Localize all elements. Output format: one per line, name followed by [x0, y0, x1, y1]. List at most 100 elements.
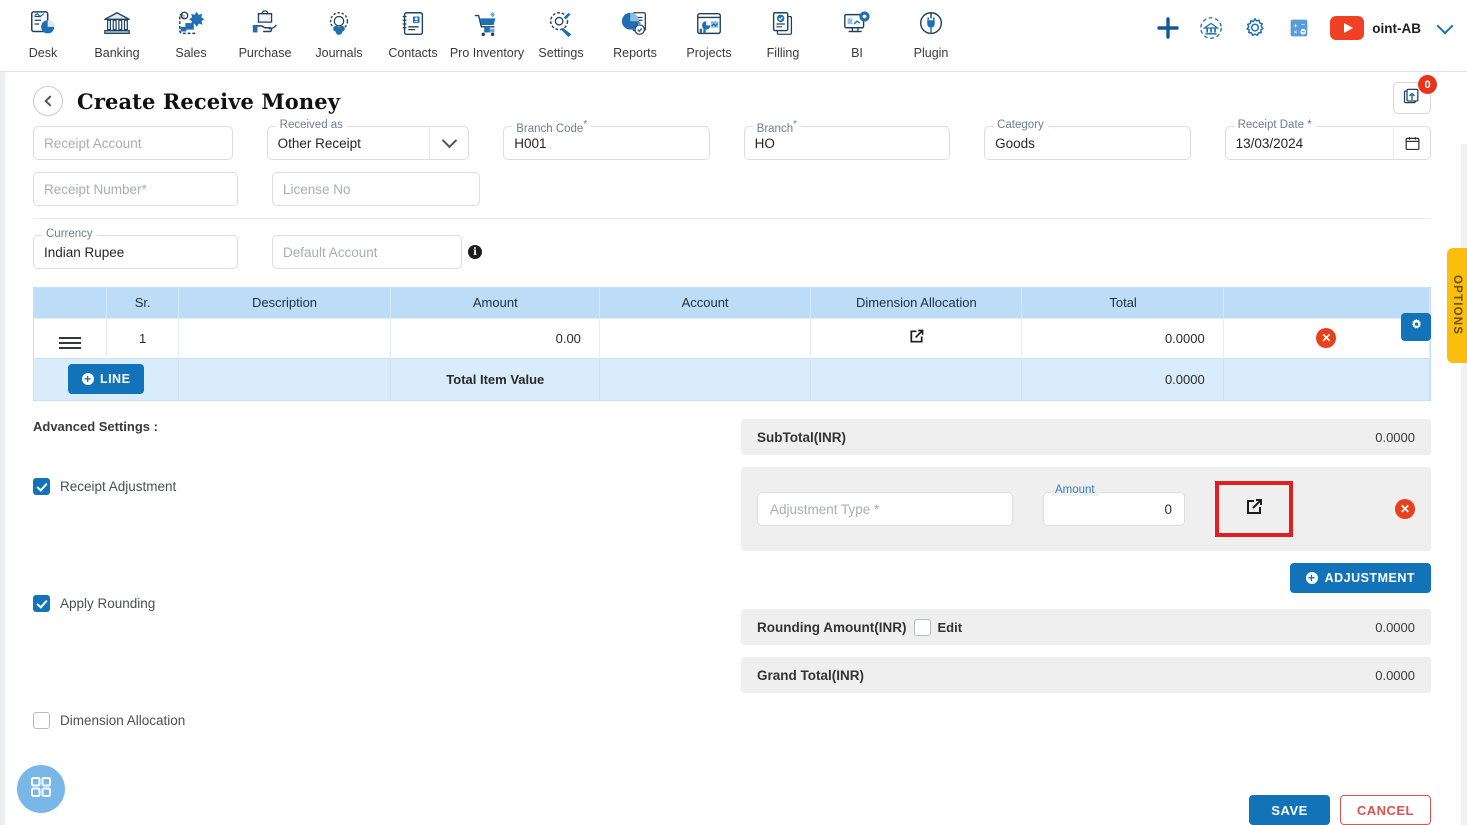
dashboard-icon: [28, 6, 58, 42]
nav-item-pro-inventory[interactable]: Pro Inventory: [450, 0, 524, 70]
nav-label: Filling: [766, 46, 800, 60]
nav-item-settings[interactable]: Settings: [524, 0, 598, 70]
page-title: Create Receive Money: [77, 88, 341, 114]
page-scrollbar[interactable]: [1461, 144, 1467, 825]
category-label: Category: [993, 119, 1048, 131]
nav-item-bi[interactable]: BI: [820, 0, 894, 70]
nav-label: Settings: [538, 46, 584, 60]
received-as-value: Other Receipt: [277, 135, 361, 151]
grand-total-value: 0.0000: [1375, 667, 1415, 683]
rounding-amount-row: Rounding Amount(INR) Edit 0.0000: [741, 609, 1431, 645]
add-adjustment-wrap: + ADJUSTMENT: [741, 563, 1431, 609]
chevron-down-icon[interactable]: [1436, 17, 1454, 37]
rounding-edit-label: Edit: [937, 619, 963, 635]
back-button[interactable]: [33, 86, 63, 116]
row-account-cell[interactable]: [599, 317, 812, 358]
adjustment-row: Adjustment Type * Amount 0 ✕: [741, 467, 1431, 551]
form-row-1: Receipt Account Received as Other Receip…: [33, 119, 1432, 160]
inventory-icon: [472, 6, 502, 42]
checkbox-dimension-allocation[interactable]: Dimension Allocation: [33, 712, 733, 729]
row-description-cell[interactable]: [178, 317, 391, 358]
checkbox-icon[interactable]: [33, 478, 50, 495]
form-row-2: Receipt Number* License No: [33, 172, 1431, 206]
nav-item-desk[interactable]: Desk: [6, 0, 80, 70]
table-header-row: Sr. Description Amount Account Dimension…: [34, 288, 1431, 318]
received-as-field[interactable]: Received as Other Receipt: [266, 119, 470, 160]
line-items-table: Sr. Description Amount Account Dimension…: [33, 287, 1431, 401]
top-navigation-bar: Desk Banking E Sales Purchase Journals C…: [0, 0, 1467, 72]
adjustment-type-placeholder: Adjustment Type *: [770, 501, 880, 517]
row-amount-cell[interactable]: 0.00: [390, 317, 600, 358]
svg-text:E: E: [182, 14, 185, 19]
category-field[interactable]: Category Goods: [984, 119, 1191, 160]
nav-item-journals[interactable]: Journals: [302, 0, 376, 70]
nav-label: Desk: [28, 46, 58, 60]
youtube-icon[interactable]: [1330, 16, 1365, 40]
branch-field[interactable]: Branch* HO: [743, 119, 951, 160]
adjustment-amount-field[interactable]: Amount 0: [1043, 484, 1185, 526]
table-row: 1 0.00 0.0000 ✕: [34, 317, 1431, 358]
receipt-number-placeholder: Receipt Number*: [44, 181, 147, 197]
form-settings-gear-button[interactable]: [1401, 313, 1431, 341]
options-side-tab[interactable]: OPTIONS: [1447, 248, 1467, 363]
chevron-down-icon[interactable]: [429, 126, 469, 160]
adjustment-expand-button[interactable]: [1215, 481, 1293, 537]
currency-field[interactable]: Currency Indian Rupee: [33, 228, 238, 269]
row-dimension-cell[interactable]: [810, 317, 1023, 358]
checkbox-receipt-adjustment[interactable]: Receipt Adjustment: [33, 478, 733, 495]
top-nav-right-actions: + − × oint-AB: [1156, 0, 1467, 56]
license-no-field[interactable]: License No: [272, 172, 480, 206]
delete-circle-icon[interactable]: ✕: [1316, 328, 1337, 348]
external-link-icon[interactable]: [907, 327, 926, 346]
plus-icon[interactable]: [1156, 16, 1180, 40]
receipt-account-field[interactable]: Receipt Account: [33, 126, 233, 160]
adjustment-type-input[interactable]: Adjustment Type *: [757, 492, 1013, 526]
nav-item-banking[interactable]: Banking: [80, 0, 154, 70]
branch-code-field[interactable]: Branch Code* H001: [503, 119, 710, 160]
nav-item-filling[interactable]: Filling: [746, 0, 820, 70]
nav-item-plugin[interactable]: Plugin: [894, 0, 968, 70]
purchase-icon: [250, 6, 280, 42]
adjustment-amount-label: Amount: [1051, 484, 1099, 496]
plus-circle-icon: +: [81, 373, 94, 386]
subtotal-value: 0.0000: [1375, 429, 1415, 445]
nav-item-reports[interactable]: Reports: [598, 0, 672, 70]
bank-icon: [102, 6, 132, 42]
row-drag-cell[interactable]: [34, 317, 107, 358]
checkbox-icon[interactable]: [33, 712, 50, 729]
page-header: Create Receive Money 0: [5, 72, 1467, 122]
nav-label: BI: [851, 46, 863, 60]
nav-item-projects[interactable]: Projects: [672, 0, 746, 70]
add-line-button[interactable]: + LINE: [67, 364, 145, 395]
add-line-label: LINE: [99, 372, 131, 387]
calculator-icon[interactable]: + − ×: [1286, 15, 1312, 41]
add-adjustment-button[interactable]: + ADJUSTMENT: [1289, 563, 1431, 593]
default-account-field[interactable]: Default Account: [272, 235, 462, 269]
checkbox-icon[interactable]: [33, 595, 50, 612]
contacts-icon: [398, 6, 428, 42]
gear-icon[interactable]: [1242, 15, 1268, 41]
footer-dimension-cell: [810, 357, 1023, 400]
delete-circle-icon[interactable]: ✕: [1395, 499, 1415, 519]
th-handle: [34, 288, 107, 318]
receipt-date-value: 13/03/2024: [1235, 135, 1304, 151]
checkbox-apply-rounding[interactable]: Apply Rounding: [33, 595, 733, 612]
company-switch-icon[interactable]: [1198, 15, 1224, 41]
calendar-icon[interactable]: [1393, 126, 1431, 160]
info-icon[interactable]: i: [468, 245, 482, 259]
nav-item-contacts[interactable]: Contacts: [376, 0, 450, 70]
receipt-number-field[interactable]: Receipt Number*: [33, 172, 238, 206]
rounding-edit-checkbox[interactable]: [914, 618, 932, 636]
advanced-settings-panel: Advanced Settings : Receipt Adjustment A…: [33, 419, 733, 729]
apps-floating-button[interactable]: [17, 765, 65, 813]
checkbox-label: Apply Rounding: [60, 596, 156, 611]
cancel-button[interactable]: CANCEL: [1339, 795, 1431, 825]
nav-item-purchase[interactable]: Purchase: [228, 0, 302, 70]
footer-actions-cell: [1223, 357, 1431, 400]
drag-handle-icon[interactable]: [58, 337, 81, 349]
receipt-date-field[interactable]: Receipt Date * 13/03/2024: [1224, 119, 1432, 160]
filling-icon: [768, 6, 798, 42]
checkbox-label: Receipt Adjustment: [60, 479, 177, 494]
nav-item-sales[interactable]: E Sales: [154, 0, 228, 70]
save-button[interactable]: SAVE: [1249, 795, 1330, 825]
